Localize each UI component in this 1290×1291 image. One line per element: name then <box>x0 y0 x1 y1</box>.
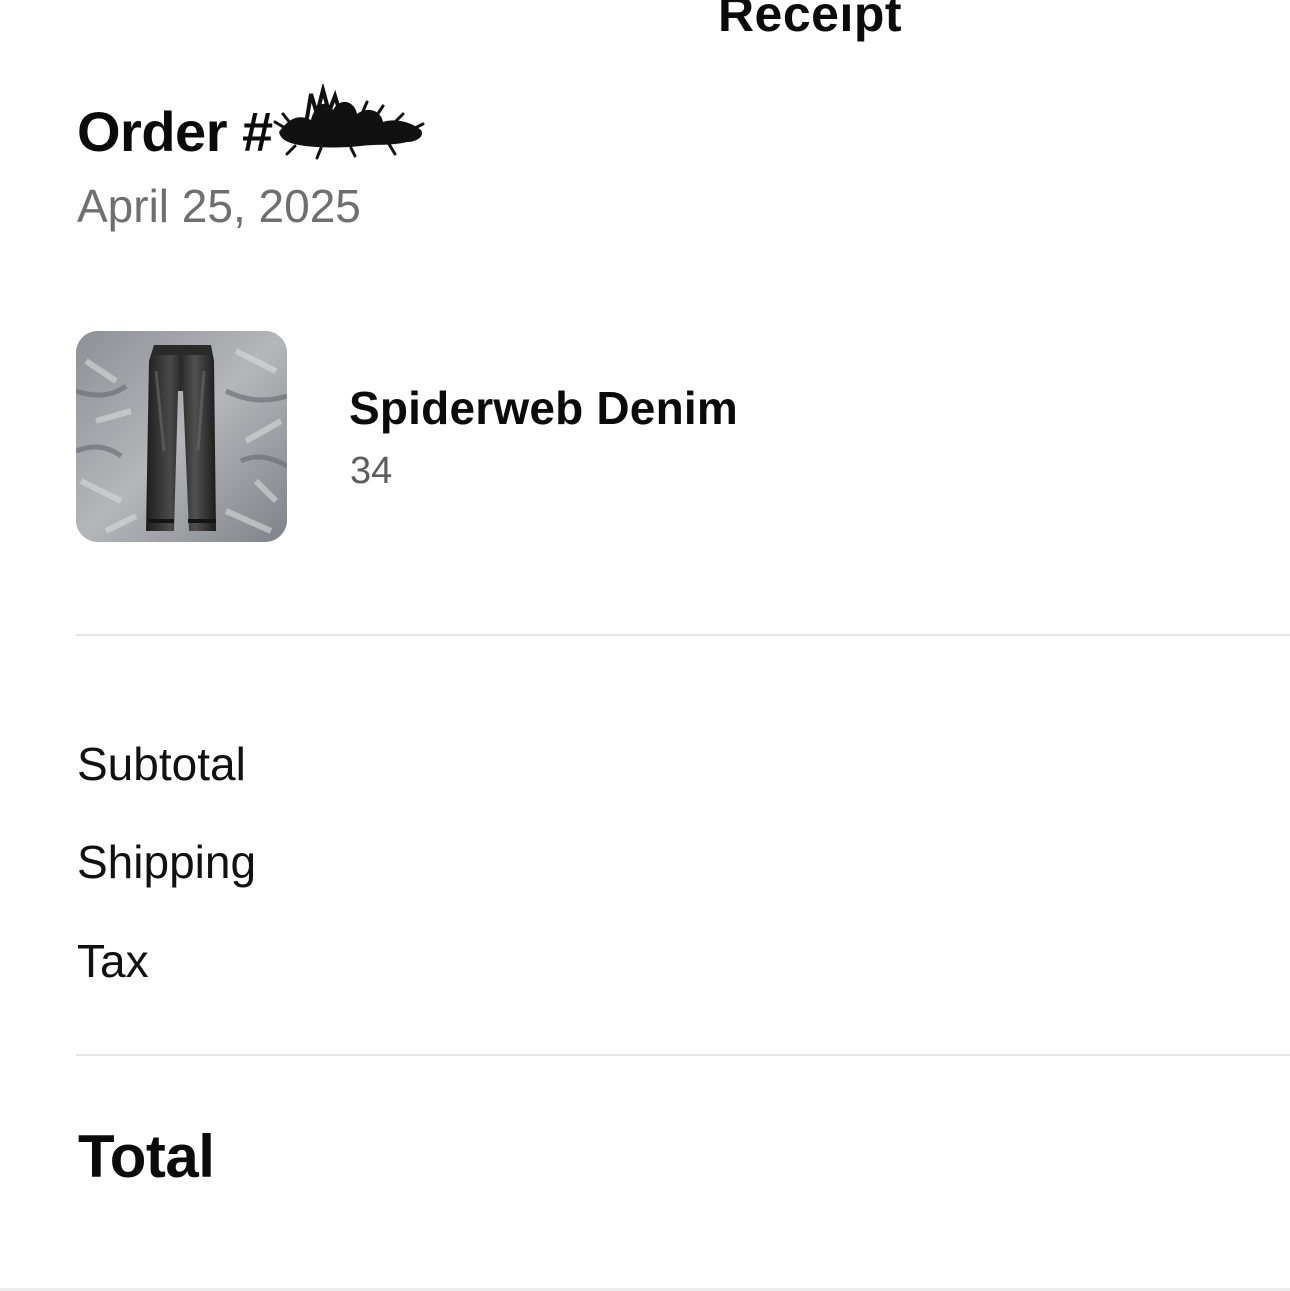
order-date: April 25, 2025 <box>77 180 361 232</box>
product-name[interactable]: Spiderweb Denim <box>349 380 738 436</box>
product-thumbnail[interactable] <box>76 331 287 542</box>
divider <box>76 634 1290 636</box>
redaction-scribble-icon <box>273 84 425 160</box>
divider <box>76 1054 1290 1056</box>
order-number-row: Order # <box>77 84 431 164</box>
receipt-screen: Receipt Order # April 25, 2025 Spiderweb… <box>0 0 1290 1291</box>
jeans-photo-icon <box>76 331 287 542</box>
shipping-label: Shipping <box>77 836 257 888</box>
tax-label: Tax <box>77 935 149 987</box>
subtotal-label: Subtotal <box>77 738 246 790</box>
order-number-label: Order # <box>77 100 273 163</box>
product-size: 34 <box>350 450 393 492</box>
page-title: Receipt <box>717 0 903 42</box>
total-label: Total <box>78 1123 215 1190</box>
